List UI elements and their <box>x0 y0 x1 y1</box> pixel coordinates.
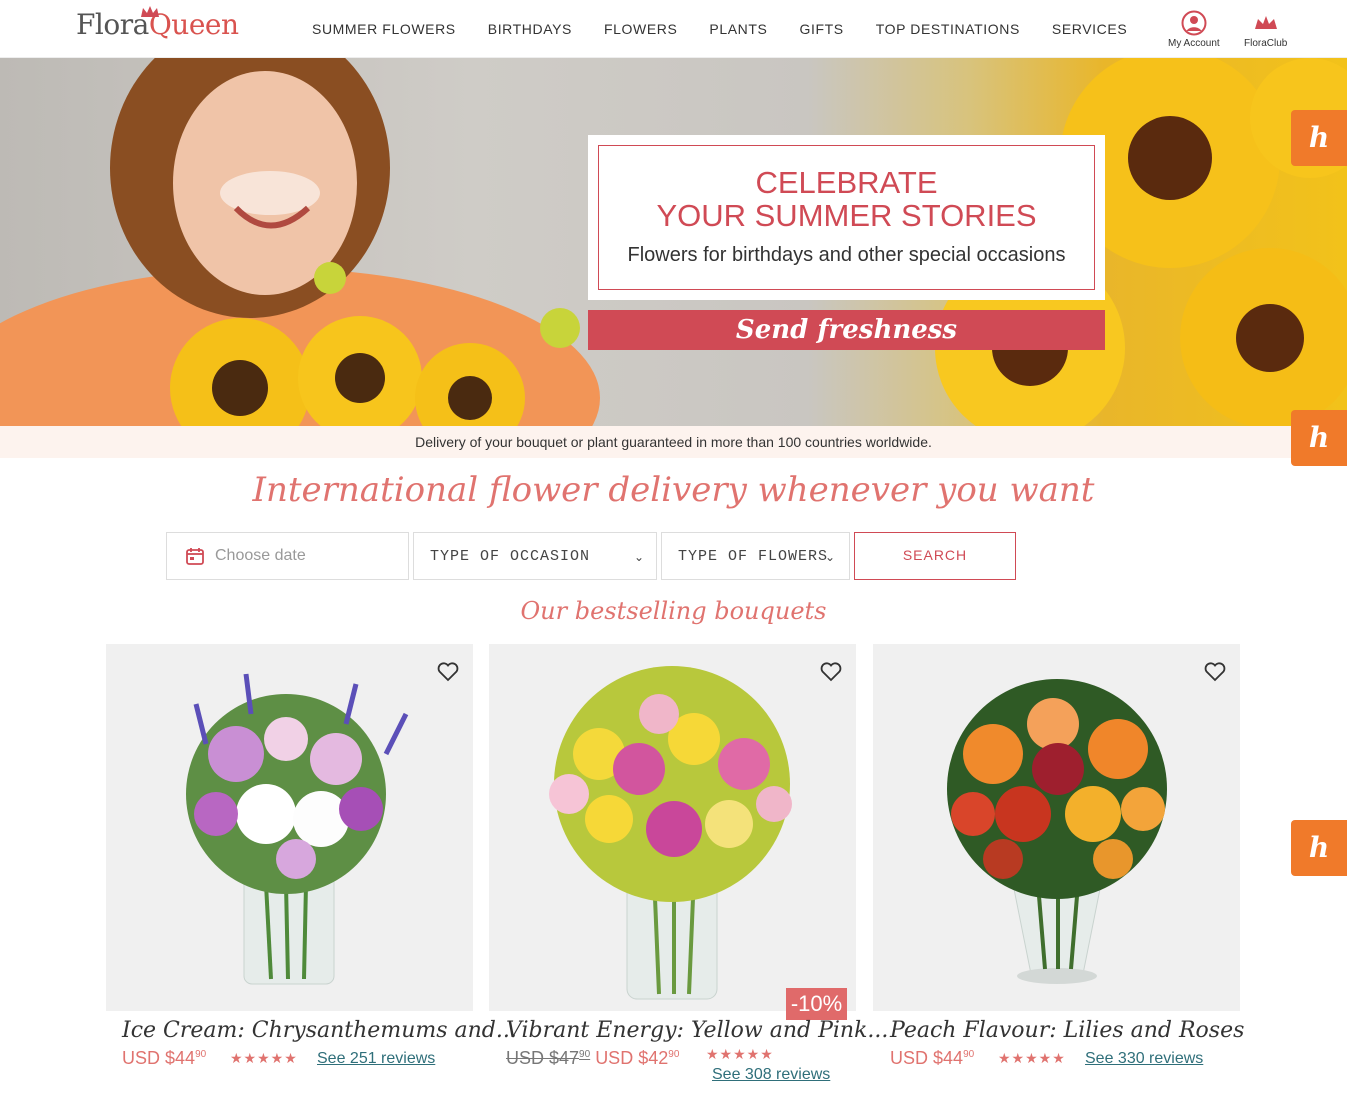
honey-badge-middle[interactable]: h <box>1291 410 1347 466</box>
heart-icon[interactable] <box>1204 662 1226 682</box>
floraclub-button[interactable]: FloraClub <box>1244 10 1287 49</box>
product-price: USD $4490 <box>890 1048 974 1069</box>
discount-badge: -10% <box>786 988 847 1020</box>
logo[interactable]: FloraQueen <box>76 6 239 48</box>
old-price-value: USD $47 <box>506 1048 580 1068</box>
main-nav: SUMMER FLOWERS BIRTHDAYS FLOWERS PLANTS … <box>296 0 1143 58</box>
bestsellers-title: Our bestselling bouquets <box>520 597 827 625</box>
delivery-note: Delivery of your bouquet or plant guaran… <box>0 426 1347 458</box>
search-button[interactable]: SEARCH <box>854 532 1016 580</box>
honey-badge-top[interactable]: h <box>1291 110 1347 166</box>
flowers-select-label: TYPE OF FLOWERS <box>678 547 829 565</box>
occasion-select-label: TYPE OF OCCASION <box>430 547 591 565</box>
logo-flora: Flora <box>76 8 149 41</box>
nav-flowers[interactable]: FLOWERS <box>588 21 693 37</box>
site-header: FloraQueen SUMMER FLOWERS BIRTHDAYS FLOW… <box>0 0 1347 58</box>
old-price-cents: 90 <box>579 1049 591 1060</box>
chevron-down-icon: ⌄ <box>824 550 835 564</box>
product-name[interactable]: Ice Cream: Chrysanthemums and... <box>122 1018 517 1043</box>
hero-subtitle: Flowers for birthdays and other special … <box>627 244 1066 266</box>
product-card-ice-cream[interactable] <box>106 644 473 1011</box>
product-card-peach-flavour[interactable] <box>873 644 1240 1011</box>
crown-icon <box>1254 16 1277 29</box>
price-cents: 90 <box>963 1049 975 1060</box>
floraclub-label: FloraClub <box>1244 38 1288 49</box>
nav-summer-flowers[interactable]: SUMMER FLOWERS <box>296 21 472 37</box>
currency: USD <box>595 1048 634 1068</box>
nav-birthdays[interactable]: BIRTHDAYS <box>472 21 588 37</box>
user-icon <box>1181 10 1207 36</box>
page-tagline: International flower delivery whenever y… <box>252 470 1095 510</box>
price-value: $44 <box>165 1048 196 1068</box>
hero-card-frame: CELEBRATE YOUR SUMMER STORIES Flowers fo… <box>598 145 1095 290</box>
my-account-button[interactable]: My Account <box>1168 10 1220 49</box>
date-placeholder: Choose date <box>215 547 306 564</box>
heart-icon[interactable] <box>820 662 842 682</box>
product-card-vibrant-energy[interactable] <box>489 644 856 1011</box>
hero-title: CELEBRATE YOUR SUMMER STORIES <box>599 166 1094 232</box>
currency: USD <box>890 1048 929 1068</box>
reviews-link[interactable]: See 330 reviews <box>1085 1050 1203 1068</box>
my-account-label: My Account <box>1168 38 1220 49</box>
rating-stars: ★★★★★ <box>230 1050 298 1066</box>
price-value: $44 <box>933 1048 964 1068</box>
nav-plants[interactable]: PLANTS <box>693 21 783 37</box>
nav-top-destinations[interactable]: TOP DESTINATIONS <box>860 21 1036 37</box>
send-freshness-button[interactable]: Send freshness <box>588 310 1105 350</box>
hero-card: CELEBRATE YOUR SUMMER STORIES Flowers fo… <box>588 135 1105 300</box>
heart-icon[interactable] <box>437 662 459 682</box>
hero-title-line1: CELEBRATE <box>755 165 938 200</box>
hero-banner[interactable]: CELEBRATE YOUR SUMMER STORIES Flowers fo… <box>0 58 1347 426</box>
honey-badge-bottom[interactable]: h <box>1291 820 1347 876</box>
price-cents: 90 <box>195 1049 207 1060</box>
currency: USD <box>122 1048 161 1068</box>
nav-services[interactable]: SERVICES <box>1036 21 1143 37</box>
nav-gifts[interactable]: GIFTS <box>783 21 859 37</box>
product-image <box>947 679 1167 984</box>
occasion-select[interactable]: TYPE OF OCCASION ⌄ <box>413 532 657 580</box>
product-price: USD $4490 <box>122 1048 206 1069</box>
rating-stars: ★★★★★ <box>998 1050 1066 1066</box>
rating-stars: ★★★★★ <box>706 1046 774 1062</box>
product-name[interactable]: Vibrant Energy: Yellow and Pink... <box>506 1018 888 1043</box>
price-cents: 90 <box>668 1049 680 1060</box>
calendar-icon <box>186 548 204 565</box>
old-price: USD $4790 <box>506 1048 590 1068</box>
product-price: USD $4790 USD $4290 <box>506 1048 679 1069</box>
price-value: $42 <box>638 1048 669 1068</box>
logo-queen: Queen <box>148 8 239 41</box>
product-image <box>549 666 792 1000</box>
reviews-link[interactable]: See 308 reviews <box>712 1066 830 1084</box>
crown-icon <box>141 6 159 17</box>
hero-title-line2: YOUR SUMMER STORIES <box>656 198 1037 233</box>
date-picker-field[interactable]: Choose date <box>166 532 409 580</box>
flowers-select[interactable]: TYPE OF FLOWERS ⌄ <box>661 532 850 580</box>
product-name[interactable]: Peach Flavour: Lilies and Roses <box>890 1018 1244 1043</box>
product-image <box>186 673 409 985</box>
chevron-down-icon: ⌄ <box>633 550 644 564</box>
reviews-link[interactable]: See 251 reviews <box>317 1050 435 1068</box>
